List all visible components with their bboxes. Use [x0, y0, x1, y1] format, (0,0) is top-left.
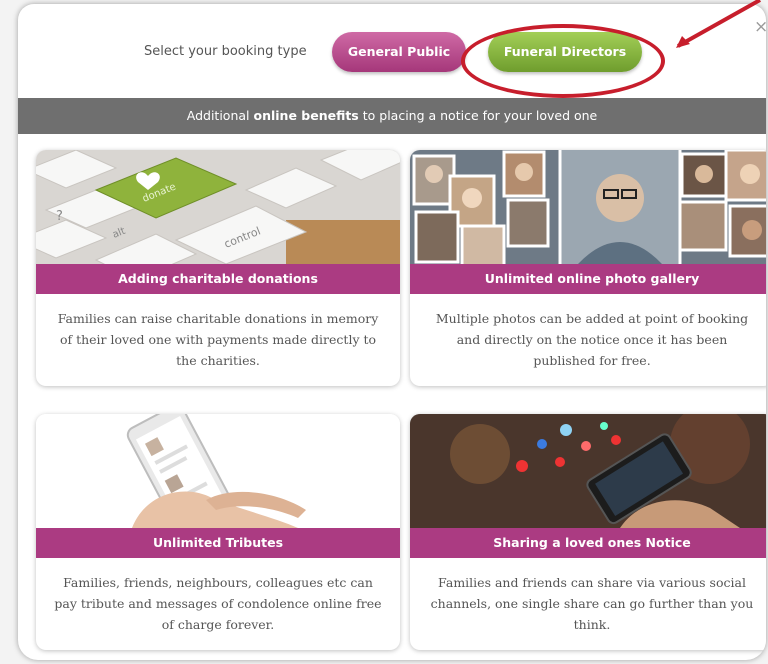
card-sharing: Sharing a loved ones Notice Families and…	[410, 414, 766, 650]
funeral-directors-button[interactable]: Funeral Directors	[488, 32, 642, 72]
phone-hand-image	[36, 414, 400, 528]
banner-prefix: Additional	[186, 108, 254, 123]
photo-collage-image	[410, 150, 766, 264]
card-donations: donate control alt ? Adding charitable d…	[36, 150, 400, 386]
select-booking-label: Select your booking type	[144, 44, 307, 59]
banner-suffix: to placing a notice for your loved one	[358, 108, 598, 123]
banner-bold: online benefits	[253, 108, 359, 123]
card-title: Sharing a loved ones Notice	[410, 528, 766, 558]
card-description: Families, friends, neighbours, colleague…	[54, 575, 382, 632]
card-description: Families and friends can share via vario…	[430, 575, 754, 632]
benefits-banner: Additional online benefits to placing a …	[18, 98, 766, 134]
card-description: Families can raise charitable donations …	[57, 311, 379, 368]
card-title: Unlimited online photo gallery	[410, 264, 766, 294]
card-title: Unlimited Tributes	[36, 528, 400, 558]
svg-text:?: ?	[56, 209, 63, 224]
booking-modal: Select your booking type General Public …	[18, 4, 766, 660]
card-photo-gallery: Unlimited online photo gallery Multiple …	[410, 150, 766, 386]
annotation-arrow	[676, 0, 761, 48]
social-sharing-image	[410, 414, 766, 528]
general-public-button[interactable]: General Public	[332, 32, 466, 72]
card-title: Adding charitable donations	[36, 264, 400, 294]
card-description: Multiple photos can be added at point of…	[435, 311, 749, 368]
card-tributes: Unlimited Tributes Families, friends, ne…	[36, 414, 400, 650]
donation-keyboard-image: donate control alt ?	[36, 150, 400, 264]
